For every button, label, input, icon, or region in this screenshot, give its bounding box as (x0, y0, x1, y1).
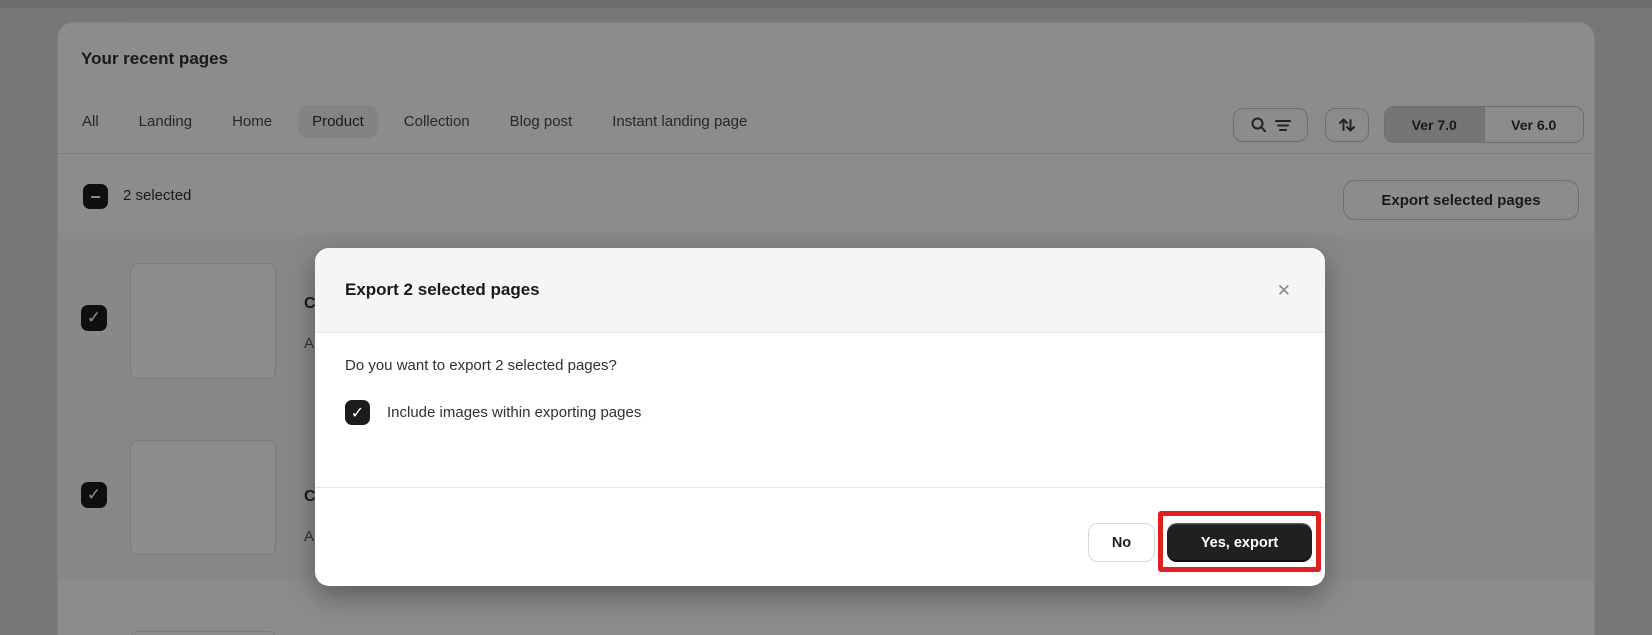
export-dialog-footer: No Yes, export (315, 487, 1325, 585)
export-dialog-body: Do you want to export 2 selected pages? … (315, 333, 1325, 487)
export-dialog-header: Export 2 selected pages ✕ (315, 248, 1325, 333)
export-question-text: Do you want to export 2 selected pages? (345, 357, 617, 374)
export-dialog: Export 2 selected pages ✕ Do you want to… (315, 248, 1325, 586)
export-dialog-title: Export 2 selected pages (345, 280, 540, 299)
screen: Your recent pages All Landing Home Produ… (0, 0, 1652, 635)
yes-export-button[interactable]: Yes, export (1167, 523, 1312, 562)
no-button[interactable]: No (1088, 523, 1155, 562)
include-images-row: ✓ Include images within exporting pages (345, 400, 1295, 425)
include-images-checkbox[interactable]: ✓ (345, 400, 370, 425)
check-icon: ✓ (350, 404, 365, 422)
include-images-label: Include images within exporting pages (387, 404, 642, 421)
close-icon[interactable]: ✕ (1273, 278, 1295, 303)
